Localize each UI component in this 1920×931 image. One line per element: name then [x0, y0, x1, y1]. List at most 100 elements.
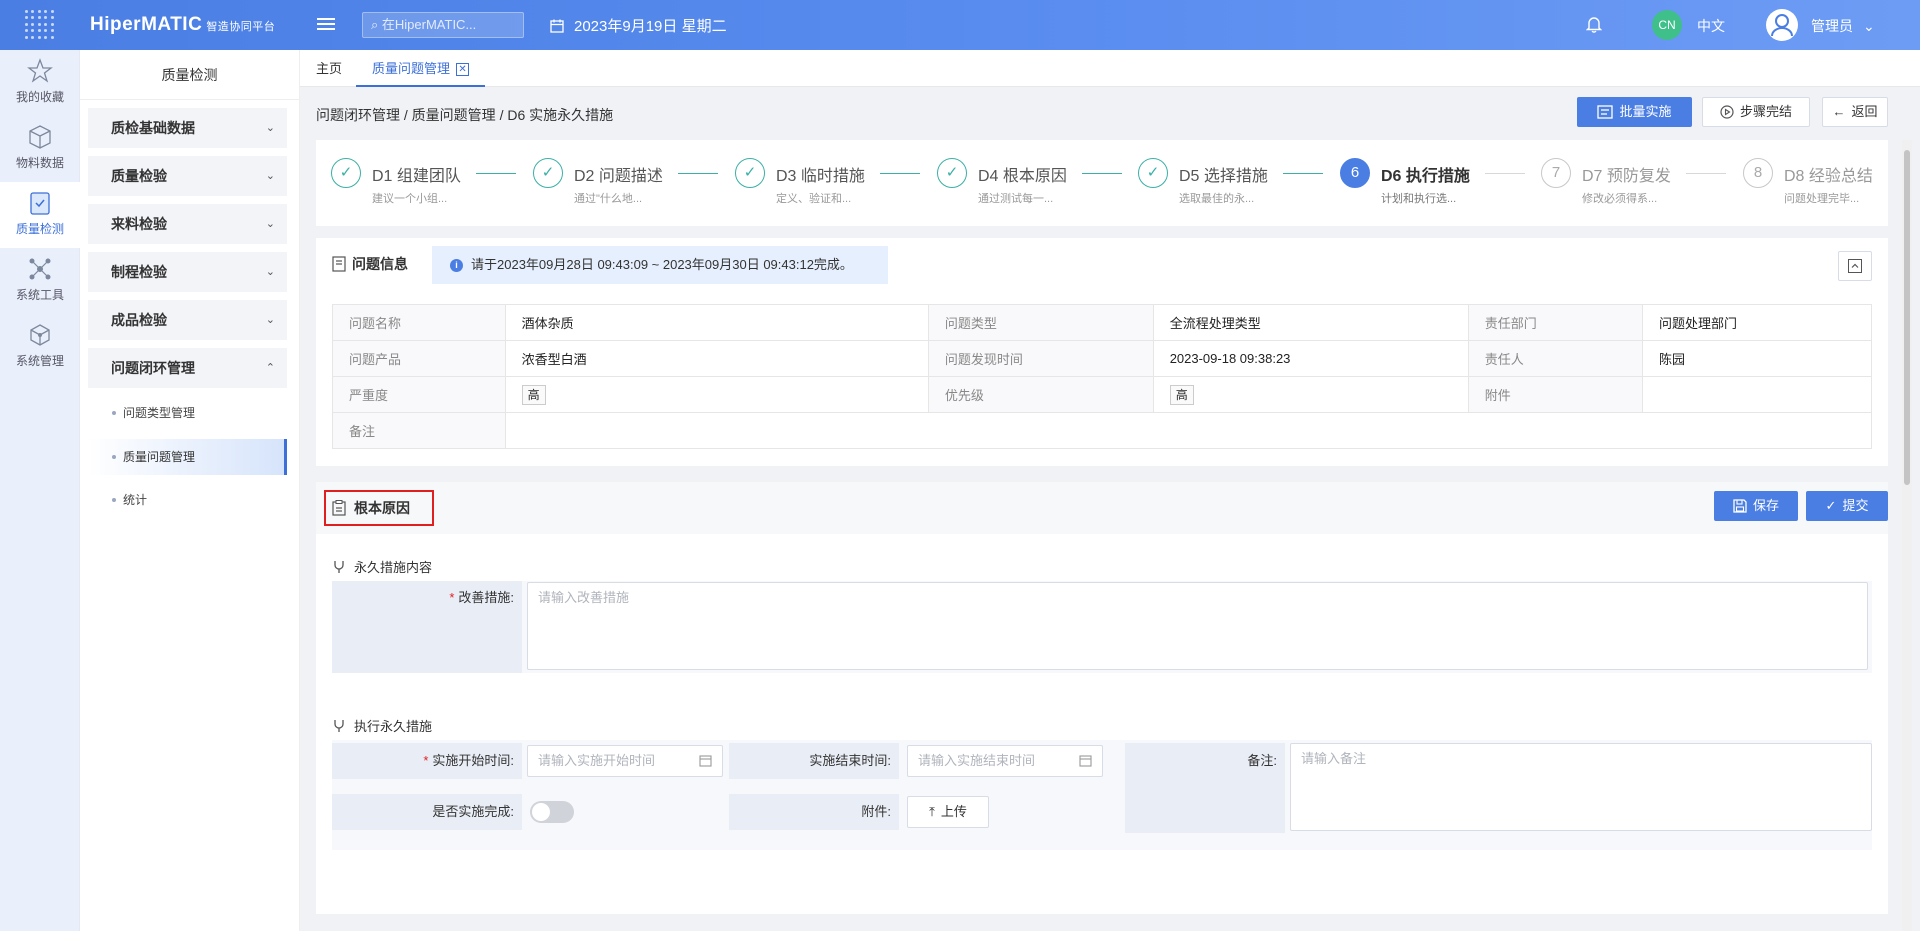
language-badge[interactable]: CN — [1652, 10, 1682, 40]
upload-button[interactable]: ⤒ 上传 — [907, 796, 989, 828]
sidebar-item-statistics[interactable]: 统计 — [88, 482, 287, 518]
start-time-label: * 实施开始时间: — [332, 743, 522, 779]
collapse-button[interactable] — [1838, 251, 1872, 281]
step-d5[interactable]: ✓ D5 选择措施 选取最佳的永... — [1138, 158, 1338, 208]
page-scrollbar[interactable] — [1902, 140, 1912, 931]
network-icon — [29, 258, 51, 280]
chevron-down-icon: ⌄ — [265, 266, 275, 278]
rail-item-tools[interactable]: 系统工具 — [0, 248, 80, 314]
arrow-left-icon: ← — [1832, 104, 1846, 119]
step-connector — [1082, 173, 1122, 174]
section-permanent-content: 永久措施内容 — [332, 557, 432, 576]
module-rail: 我的收藏 物料数据 质量检测 系统工具 系统管理 — [0, 50, 80, 931]
step-d2[interactable]: ✓ D2 问题描述 通过"什么地... — [533, 158, 733, 208]
chevron-down-icon: ⌄ — [265, 314, 275, 326]
list-icon — [1597, 105, 1614, 119]
chevron-down-icon: ⌄ — [265, 218, 275, 230]
sidebar: 质量检测 质检基础数据 ⌄ 质量检验 ⌄ 来料检验 ⌄ 制程检验 ⌄ 成品检验 ⌄ 问题闭… — [80, 50, 300, 931]
table-row: 问题产品 浓香型白酒 问题发现时间 2023-09-18 09:38:23 责任人陈… — [332, 340, 1873, 377]
step-d6[interactable]: 6 D6 执行措施 计划和执行选... — [1340, 158, 1540, 208]
attachment-cell[interactable] — [1641, 376, 1873, 413]
step-d1[interactable]: ✓ D1 组建团队 建议一个小组... — [331, 158, 531, 208]
sidebar-item-quality-problems[interactable]: 质量问题管理 — [88, 439, 287, 475]
check-icon: ✓ — [1825, 498, 1837, 513]
sidebar-group-process[interactable]: 制程检验 ⌄ — [88, 252, 287, 292]
clipboard-icon — [332, 500, 346, 516]
step-d8[interactable]: 8 D8 经验总结 问题处理完毕... — [1743, 158, 1888, 208]
remark-textarea[interactable]: 请输入备注 — [1290, 743, 1872, 831]
save-button[interactable]: 保存 — [1714, 491, 1798, 521]
step-d4[interactable]: ✓ D4 根本原因 通过测试每一... — [937, 158, 1137, 208]
save-icon — [1733, 499, 1747, 513]
check-icon: ✓ — [937, 158, 967, 188]
breadcrumb-item[interactable]: 问题闭环管理 — [316, 107, 400, 123]
chevron-down-icon: ⌄ — [265, 122, 275, 134]
global-search-input[interactable]: ⌕ 在HiperMATIC... — [362, 12, 524, 38]
done-toggle[interactable] — [530, 801, 574, 823]
box-icon — [30, 324, 50, 346]
calendar-icon — [550, 19, 564, 33]
improve-label: * 改善措施: — [332, 581, 522, 673]
avatar[interactable] — [1766, 9, 1798, 41]
sidebar-group-base-data[interactable]: 质检基础数据 ⌄ — [88, 108, 287, 148]
bell-icon[interactable] — [1585, 16, 1603, 36]
improve-form: * 改善措施: 请输入改善措施 — [332, 581, 1872, 673]
step-d7[interactable]: 7 D7 预防复发 修改必须得系... — [1541, 158, 1741, 208]
step-d3[interactable]: ✓ D3 临时措施 定义、验证和... — [735, 158, 935, 208]
sidebar-group-finished[interactable]: 成品检验 ⌄ — [88, 300, 287, 340]
table-row: 严重度高 优先级高 附件 — [332, 376, 1873, 413]
rail-item-favorites[interactable]: 我的收藏 — [0, 50, 80, 116]
tab-bar: 主页 质量问题管理 ✕ — [300, 50, 1920, 87]
search-icon: ⌕ — [371, 17, 379, 32]
improve-textarea[interactable]: 请输入改善措施 — [527, 582, 1868, 670]
back-button[interactable]: ← 返回 — [1822, 97, 1888, 127]
problem-info-card: 问题信息 i 请于2023年09月28日 09:43:09 ~ 2023年09月… — [316, 238, 1888, 466]
shield-check-icon — [30, 192, 50, 215]
language-switch[interactable]: 中文 — [1697, 16, 1725, 36]
wrench-icon — [334, 560, 344, 573]
breadcrumb-item[interactable]: 质量问题管理 — [412, 107, 496, 123]
priority-tag: 高 — [1169, 384, 1194, 405]
sidebar-group-incoming[interactable]: 来料检验 ⌄ — [88, 204, 287, 244]
rail-item-quality[interactable]: 质量检测 — [0, 182, 80, 248]
close-icon[interactable]: ✕ — [456, 63, 470, 77]
rail-item-system[interactable]: 系统管理 — [0, 314, 80, 380]
root-cause-title: 根本原因 — [324, 490, 434, 526]
current-date: 2023年9月19日 星期二 — [550, 15, 727, 36]
sidebar-group-inspection[interactable]: 质量检验 ⌄ — [88, 156, 287, 196]
rail-item-material[interactable]: 物料数据 — [0, 116, 80, 182]
star-icon — [27, 58, 53, 83]
upload-icon: ⤒ — [929, 804, 935, 819]
menu-toggle-icon[interactable] — [317, 15, 335, 33]
check-icon: ✓ — [1138, 158, 1168, 188]
deadline-notice: i 请于2023年09月28日 09:43:09 ~ 2023年09月30日 0… — [432, 246, 888, 284]
tab-quality-problems[interactable]: 质量问题管理 ✕ — [356, 50, 486, 87]
batch-implement-button[interactable]: 批量实施 — [1577, 97, 1692, 127]
app-grid-icon[interactable] — [0, 0, 80, 50]
breadcrumb: 问题闭环管理 / 质量问题管理 / D6 实施永久措施 — [316, 107, 614, 123]
end-time-label: 实施结束时间: — [729, 743, 899, 779]
table-row: 问题名称 酒体杂质 问题类型 全流程处理类型 责任部门 问题处理部门 — [332, 304, 1873, 341]
step-progress: ✓ D1 组建团队 建议一个小组... ✓ D2 问题描述 通过"什么地... ✓ D3 … — [316, 140, 1888, 226]
step-complete-button[interactable]: 步骤完结 — [1702, 97, 1810, 127]
sidebar-group-closed-loop[interactable]: 问题闭环管理 ⌃ — [88, 348, 287, 388]
tab-home[interactable]: 主页 — [316, 50, 342, 87]
breadcrumb-current: D6 实施永久措施 — [507, 107, 614, 123]
step-connector — [1686, 173, 1726, 174]
chevron-down-icon: ⌄ — [265, 170, 275, 182]
start-time-input[interactable]: 请输入实施开始时间 — [527, 745, 723, 777]
sidebar-item-problem-types[interactable]: 问题类型管理 — [88, 395, 287, 431]
step-connector — [880, 173, 920, 174]
chevron-down-icon: ⌄ — [1863, 17, 1875, 34]
check-icon: ✓ — [735, 158, 765, 188]
table-row: 备注 — [332, 412, 1873, 449]
step-connector — [678, 173, 718, 174]
done-label: 是否实施完成: — [332, 794, 522, 830]
top-bar: HiperMATIC 智造协同平台 ⌕ 在HiperMATIC... 2023年9… — [0, 0, 1920, 50]
user-menu[interactable]: 管理员 ⌄ — [1811, 16, 1875, 36]
execute-form: * 实施开始时间: 请输入实施开始时间 实施结束时间: 请输入实施结束时间 备注:… — [332, 740, 1872, 850]
submit-button[interactable]: ✓ 提交 — [1806, 491, 1888, 521]
section-execute-permanent: 执行永久措施 — [332, 716, 432, 735]
end-time-input[interactable]: 请输入实施结束时间 — [907, 745, 1103, 777]
calendar-icon — [1079, 755, 1092, 767]
